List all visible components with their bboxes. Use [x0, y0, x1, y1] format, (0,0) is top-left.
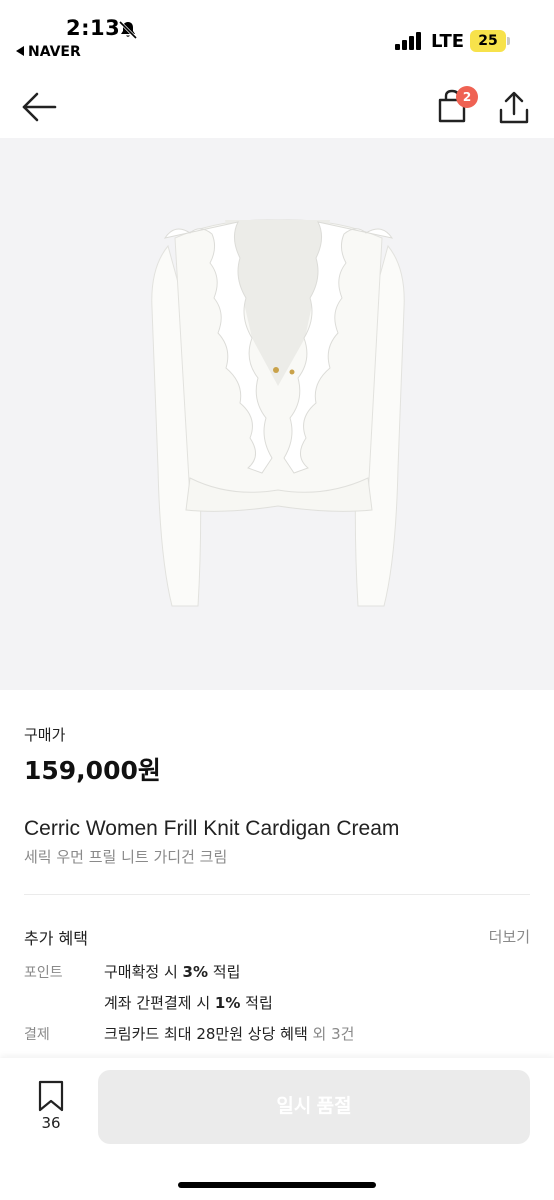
payment-label: 결제	[24, 1027, 50, 1043]
cart-count-badge: 2	[456, 86, 478, 108]
point-label: 포인트	[24, 965, 63, 981]
status-bar: 2:13 NAVER LTE 25	[0, 0, 554, 70]
product-image[interactable]	[0, 138, 554, 690]
soldout-button[interactable]: 일시 품절	[98, 1070, 530, 1144]
more-link[interactable]: 더보기	[489, 926, 530, 947]
point-benefit-purchase: 구매확정 시 3% 적립	[104, 963, 241, 981]
wish-count: 36	[41, 1114, 61, 1132]
home-indicator[interactable]	[178, 1182, 376, 1188]
product-title: Cerric Women Frill Knit Cardigan Cream	[24, 817, 400, 840]
share-icon	[499, 91, 529, 124]
price-value: 159,000원	[24, 756, 161, 785]
product-subtitle: 세릭 우먼 프릴 니트 가디건 크림	[24, 848, 228, 866]
bell-muted-icon	[118, 20, 138, 40]
status-time: 2:13	[66, 16, 121, 40]
back-to-app-link[interactable]: NAVER	[16, 44, 81, 60]
back-button[interactable]	[20, 90, 60, 124]
nav-bar: 2	[0, 70, 554, 140]
share-button[interactable]	[496, 90, 532, 126]
battery-icon: 25	[470, 30, 510, 52]
battery-level: 25	[478, 33, 498, 49]
soldout-label: 일시 품절	[276, 1096, 352, 1117]
back-app-label: NAVER	[28, 44, 81, 60]
cart-button[interactable]: 2	[434, 86, 478, 126]
divider	[24, 894, 530, 895]
arrow-left-icon	[22, 92, 57, 122]
bottom-action-bar: 36 일시 품절	[0, 1058, 554, 1200]
network-label: LTE	[431, 31, 465, 52]
cardigan-image	[151, 219, 405, 607]
price-label: 구매가	[24, 726, 66, 744]
payment-benefit[interactable]: 크림카드 최대 28만원 상당 혜택 외 3건	[104, 1023, 354, 1044]
signal-icon	[395, 32, 421, 50]
benefits-title: 추가 혜택	[24, 929, 88, 948]
point-benefit-payment: 계좌 간편결제 시 1% 적립	[104, 994, 273, 1012]
bookmark-icon	[38, 1080, 64, 1112]
wish-button[interactable]: 36	[28, 1078, 74, 1138]
